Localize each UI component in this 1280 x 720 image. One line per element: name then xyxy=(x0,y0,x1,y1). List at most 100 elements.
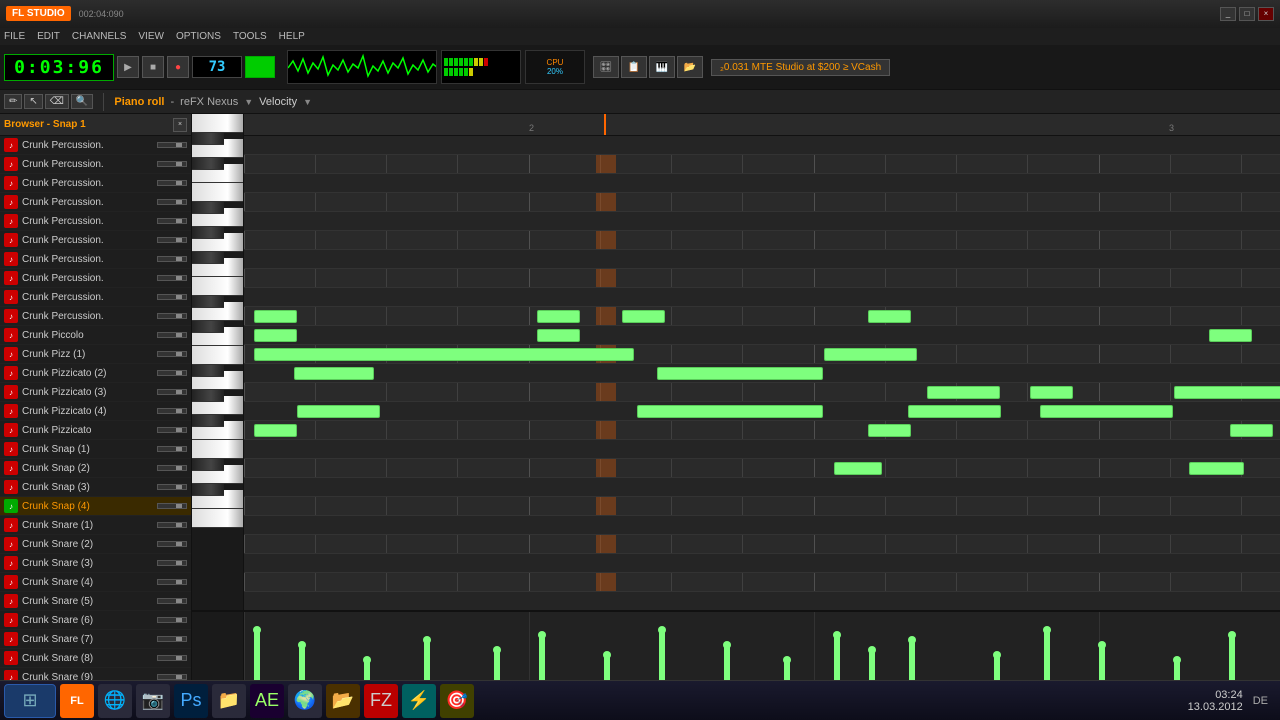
menu-options[interactable]: OPTIONS xyxy=(176,31,221,42)
note-23[interactable] xyxy=(834,462,882,475)
sidebar-item-2[interactable]: ♪Crunk Percussion. xyxy=(0,174,191,193)
sidebar-item-15[interactable]: ♪Crunk Pizzicato xyxy=(0,421,191,440)
piano-key-8[interactable] xyxy=(192,227,224,239)
sidebar-item-16[interactable]: ♪Crunk Snap (1) xyxy=(0,440,191,459)
sidebar-item-slider-1[interactable] xyxy=(157,161,187,167)
sidebar-item-slider-17[interactable] xyxy=(157,465,187,471)
sidebar-item-slider-12[interactable] xyxy=(157,370,187,376)
sidebar-item-23[interactable]: ♪Crunk Snare (4) xyxy=(0,573,191,592)
note-9[interactable] xyxy=(294,367,374,380)
sidebar-item-slider-14[interactable] xyxy=(157,408,187,414)
sidebar-item-slider-24[interactable] xyxy=(157,598,187,604)
taskbar-app1[interactable]: ⚡ xyxy=(402,684,436,718)
note-13[interactable] xyxy=(1174,386,1280,399)
sidebar-item-19[interactable]: ♪Crunk Snap (4) xyxy=(0,497,191,516)
sidebar-item-0[interactable]: ♪Crunk Percussion. xyxy=(0,136,191,155)
pr-view-dropdown-arrow[interactable]: ▼ xyxy=(303,97,312,107)
pr-select-tool[interactable]: ↖ xyxy=(24,94,42,109)
piano-key-15[interactable] xyxy=(192,321,224,333)
taskbar-camera[interactable]: 📷 xyxy=(136,684,170,718)
sidebar-item-14[interactable]: ♪Crunk Pizzicato (4) xyxy=(0,402,191,421)
sidebar-item-slider-20[interactable] xyxy=(157,522,187,528)
note-14[interactable] xyxy=(297,405,380,418)
sidebar-close[interactable]: × xyxy=(173,118,187,132)
menu-view[interactable]: VIEW xyxy=(138,31,164,42)
sidebar-item-17[interactable]: ♪Crunk Snap (2) xyxy=(0,459,191,478)
pr-erase-tool[interactable]: ⌫ xyxy=(45,94,69,109)
note-15[interactable] xyxy=(637,405,823,418)
piano-roll-button[interactable]: 🎹 xyxy=(649,56,675,78)
browser-button[interactable]: 📂 xyxy=(677,56,703,78)
sidebar-item-slider-0[interactable] xyxy=(157,142,187,148)
sidebar-item-slider-23[interactable] xyxy=(157,579,187,585)
sidebar-item-26[interactable]: ♪Crunk Snare (7) xyxy=(0,630,191,649)
sidebar-item-8[interactable]: ♪Crunk Percussion. xyxy=(0,288,191,307)
sidebar-item-slider-11[interactable] xyxy=(157,351,187,357)
note-3[interactable] xyxy=(868,310,911,323)
taskbar-browser[interactable]: 🌍 xyxy=(288,684,322,718)
close-button[interactable]: × xyxy=(1258,7,1274,21)
sidebar-item-slider-9[interactable] xyxy=(157,313,187,319)
note-6[interactable] xyxy=(1209,329,1252,342)
pr-draw-tool[interactable]: ✏ xyxy=(4,94,22,109)
taskbar-filezilla[interactable]: FZ xyxy=(364,684,398,718)
sidebar-item-slider-5[interactable] xyxy=(157,237,187,243)
piano-key-6[interactable] xyxy=(192,202,224,214)
sidebar-item-slider-6[interactable] xyxy=(157,256,187,262)
sidebar-item-slider-4[interactable] xyxy=(157,218,187,224)
sidebar-item-slider-27[interactable] xyxy=(157,655,187,661)
note-11[interactable] xyxy=(927,386,1000,399)
record-button[interactable]: ● xyxy=(167,56,189,78)
note-1[interactable] xyxy=(537,310,580,323)
sidebar-item-slider-19[interactable] xyxy=(157,503,187,509)
piano-key-3[interactable] xyxy=(192,158,224,170)
sidebar-item-5[interactable]: ♪Crunk Percussion. xyxy=(0,231,191,250)
note-17[interactable] xyxy=(1040,405,1173,418)
piano-key-20[interactable] xyxy=(192,390,224,402)
piano-roll-view-dropdown[interactable]: Velocity xyxy=(259,96,297,108)
note-20[interactable] xyxy=(254,424,297,437)
note-12[interactable] xyxy=(1030,386,1073,399)
playlist-button[interactable]: 📋 xyxy=(621,56,647,78)
note-8[interactable] xyxy=(824,348,917,361)
sidebar-item-11[interactable]: ♪Crunk Pizz (1) xyxy=(0,345,191,364)
minimize-button[interactable]: _ xyxy=(1220,7,1236,21)
piano-key-29[interactable] xyxy=(192,509,243,528)
menu-help[interactable]: HELP xyxy=(279,31,305,42)
mixer-button[interactable]: 🎛 xyxy=(593,56,619,78)
sidebar-item-27[interactable]: ♪Crunk Snare (8) xyxy=(0,649,191,668)
sidebar-item-slider-2[interactable] xyxy=(157,180,187,186)
note-10[interactable] xyxy=(657,367,823,380)
piano-key-0[interactable] xyxy=(192,114,243,133)
sidebar-item-9[interactable]: ♪Crunk Percussion. xyxy=(0,307,191,326)
taskbar-ae[interactable]: AE xyxy=(250,684,284,718)
sidebar-item-24[interactable]: ♪Crunk Snare (5) xyxy=(0,592,191,611)
note-5[interactable] xyxy=(537,329,580,342)
piano-key-1[interactable] xyxy=(192,133,224,145)
piano-key-5[interactable] xyxy=(192,183,243,202)
piano-key-18[interactable] xyxy=(192,365,224,377)
sidebar-item-slider-10[interactable] xyxy=(157,332,187,338)
menu-edit[interactable]: EDIT xyxy=(37,31,60,42)
sidebar-item-slider-3[interactable] xyxy=(157,199,187,205)
sidebar-item-slider-16[interactable] xyxy=(157,446,187,452)
taskbar-folder[interactable]: 📂 xyxy=(326,684,360,718)
pr-instrument-dropdown[interactable]: ▼ xyxy=(244,97,253,107)
note-24[interactable] xyxy=(1189,462,1244,475)
sidebar-item-slider-7[interactable] xyxy=(157,275,187,281)
play-button[interactable]: ▶ xyxy=(117,56,139,78)
note-0[interactable] xyxy=(254,310,297,323)
menu-file[interactable]: FILE xyxy=(4,31,25,42)
sidebar-item-slider-26[interactable] xyxy=(157,636,187,642)
taskbar-app2[interactable]: 🎯 xyxy=(440,684,474,718)
sidebar-item-20[interactable]: ♪Crunk Snare (1) xyxy=(0,516,191,535)
piano-key-12[interactable] xyxy=(192,277,243,296)
piano-key-24[interactable] xyxy=(192,440,243,459)
piano-key-22[interactable] xyxy=(192,415,224,427)
sidebar-item-4[interactable]: ♪Crunk Percussion. xyxy=(0,212,191,231)
sidebar-item-slider-25[interactable] xyxy=(157,617,187,623)
stop-button[interactable]: ■ xyxy=(142,56,164,78)
piano-key-13[interactable] xyxy=(192,296,224,308)
grid-canvas[interactable] xyxy=(244,136,1280,610)
sidebar-item-18[interactable]: ♪Crunk Snap (3) xyxy=(0,478,191,497)
